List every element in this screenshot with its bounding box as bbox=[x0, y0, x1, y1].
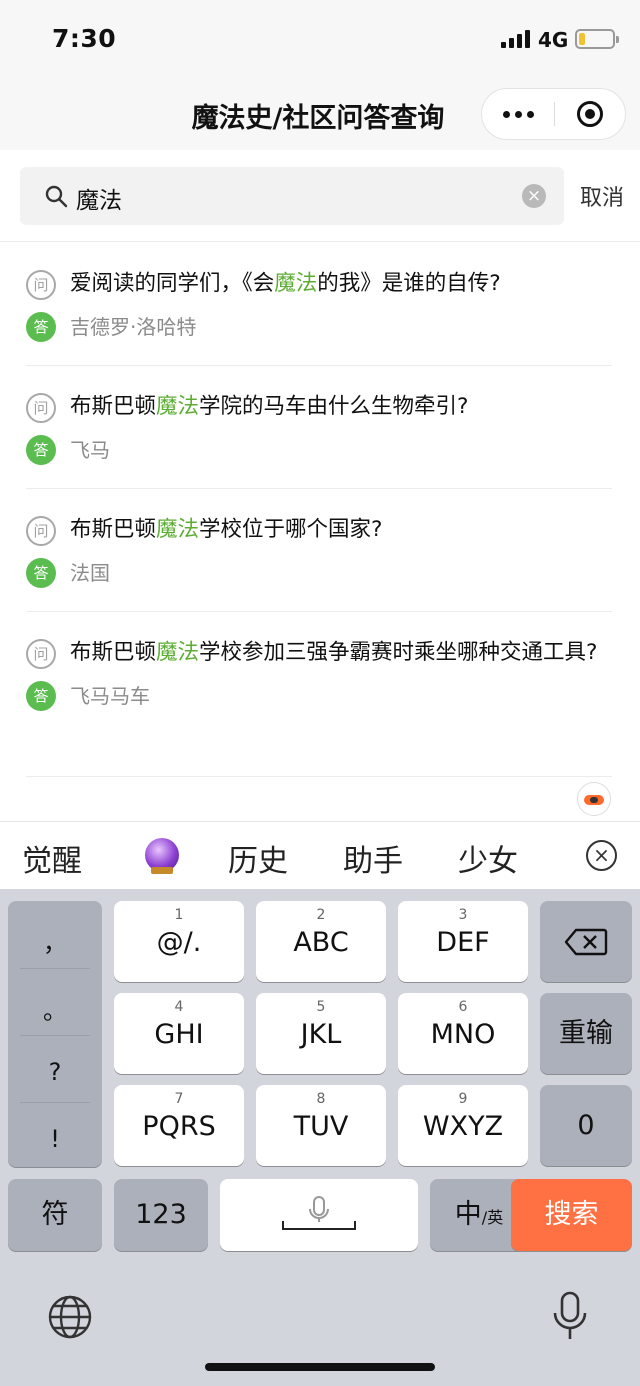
network-label: 4G bbox=[538, 28, 569, 52]
result-item[interactable]: 问 爱阅读的同学们，《会魔法的我》是谁的自传? 答 吉德罗·洛哈特 bbox=[26, 243, 612, 366]
bottom-strip bbox=[0, 777, 640, 821]
question-icon: 问 bbox=[26, 270, 56, 300]
space-bar[interactable] bbox=[220, 1179, 418, 1251]
backspace-button[interactable] bbox=[540, 901, 632, 982]
close-miniprogram-icon[interactable] bbox=[577, 101, 603, 127]
zero-key[interactable]: 0 bbox=[540, 1085, 632, 1166]
result-item[interactable]: 问 布斯巴顿魔法学校参加三强争霸赛时乘坐哪种交通工具? 答 飞马马车 bbox=[26, 612, 612, 777]
key-5[interactable]: 5 JKL bbox=[256, 993, 386, 1074]
answer-row: 答 法国 bbox=[26, 558, 612, 588]
signal-icon bbox=[501, 30, 531, 48]
numbers-key[interactable]: 123 bbox=[114, 1179, 208, 1251]
answer-row: 答 吉德罗·洛哈特 bbox=[26, 312, 612, 342]
answer-row: 答 飞马 bbox=[26, 435, 612, 465]
question-row: 问 布斯巴顿魔法学校位于哪个国家? bbox=[26, 509, 612, 551]
dictation-microphone-icon[interactable] bbox=[550, 1291, 590, 1343]
key-2[interactable]: 2 ABC bbox=[256, 901, 386, 982]
result-item[interactable]: 问 布斯巴顿魔法学校位于哪个国家? 答 法国 bbox=[26, 489, 612, 612]
keyboard: ， 。 ? ! 1 @/. 2 ABC 3 DEF 4 GHI 5 JKL 6 MNO 重输… bbox=[0, 889, 640, 1386]
key-3[interactable]: 3 DEF bbox=[398, 901, 528, 982]
microphone-icon bbox=[282, 1196, 356, 1230]
key-1[interactable]: 1 @/. bbox=[114, 901, 244, 982]
answer-row: 答 飞马马车 bbox=[26, 681, 612, 711]
keyword-highlight: 魔法 bbox=[156, 394, 200, 419]
punct-key[interactable]: 。 bbox=[8, 991, 102, 1026]
answer-icon: 答 bbox=[26, 558, 56, 588]
key-8[interactable]: 8 TUV bbox=[256, 1085, 386, 1166]
question-text: 布斯巴顿魔法学院的马车由什么生物牵引? bbox=[70, 394, 469, 419]
answer-icon: 答 bbox=[26, 435, 56, 465]
globe-icon[interactable] bbox=[46, 1293, 94, 1341]
reinput-button[interactable]: 重输 bbox=[540, 993, 632, 1074]
status-bar: 7:30 4G bbox=[0, 0, 640, 78]
battery-icon bbox=[575, 29, 619, 49]
answer-text: 飞马 bbox=[70, 438, 110, 462]
search-key[interactable]: 搜索 bbox=[511, 1179, 632, 1251]
question-row: 问 布斯巴顿魔法学校参加三强争霸赛时乘坐哪种交通工具? bbox=[26, 632, 612, 674]
punct-key[interactable]: ? bbox=[8, 1058, 102, 1086]
keyword-highlight: 魔法 bbox=[156, 517, 200, 542]
candidate-word[interactable]: 助手 bbox=[343, 836, 403, 880]
backspace-icon bbox=[564, 928, 608, 956]
answer-text: 法国 bbox=[70, 561, 110, 585]
candidate-word[interactable]: 觉醒 bbox=[22, 836, 82, 880]
question-icon: 问 bbox=[26, 516, 56, 546]
keyword-highlight: 魔法 bbox=[156, 640, 200, 665]
home-indicator bbox=[205, 1363, 435, 1371]
search-area: 魔法 × 取消 bbox=[0, 150, 640, 242]
punctuation-column[interactable]: ， 。 ? ! bbox=[8, 901, 102, 1167]
answer-text: 飞马马车 bbox=[70, 684, 150, 708]
key-6[interactable]: 6 MNO bbox=[398, 993, 528, 1074]
keyword-highlight: 魔法 bbox=[274, 271, 318, 296]
question-icon: 问 bbox=[26, 393, 56, 423]
key-9[interactable]: 9 WXYZ bbox=[398, 1085, 528, 1166]
question-text: 布斯巴顿魔法学校参加三强争霸赛时乘坐哪种交通工具? bbox=[70, 640, 598, 665]
result-item[interactable]: 问 布斯巴顿魔法学院的马车由什么生物牵引? 答 飞马 bbox=[26, 366, 612, 489]
search-query: 魔法 bbox=[76, 188, 122, 214]
capsule-divider bbox=[554, 102, 555, 126]
candidate-word[interactable]: 少女 bbox=[458, 836, 518, 880]
nav-bar: 魔法史/社区问答查询 bbox=[0, 78, 640, 150]
question-row: 问 布斯巴顿魔法学院的马车由什么生物牵引? bbox=[26, 386, 612, 428]
question-icon: 问 bbox=[26, 639, 56, 669]
more-icon[interactable] bbox=[482, 89, 554, 139]
candidate-bar: 觉醒 历史 助手 少女 × bbox=[0, 821, 640, 889]
symbols-key[interactable]: 符 bbox=[8, 1179, 102, 1251]
cancel-button[interactable]: 取消 bbox=[580, 180, 624, 212]
crystal-ball-icon[interactable] bbox=[145, 838, 179, 874]
answer-icon: 答 bbox=[26, 681, 56, 711]
question-text: 爱阅读的同学们，《会魔法的我》是谁的自传? bbox=[70, 271, 501, 296]
candidate-word[interactable]: 历史 bbox=[228, 836, 288, 880]
answer-icon: 答 bbox=[26, 312, 56, 342]
key-4[interactable]: 4 GHI bbox=[114, 993, 244, 1074]
results-list: 问 爱阅读的同学们，《会魔法的我》是谁的自传? 答 吉德罗·洛哈特 问 布斯巴顿… bbox=[0, 243, 640, 777]
key-7[interactable]: 7 PQRS bbox=[114, 1085, 244, 1166]
punct-key[interactable]: ! bbox=[8, 1125, 102, 1153]
status-time: 7:30 bbox=[52, 24, 117, 53]
question-row: 问 爱阅读的同学们，《会魔法的我》是谁的自传? bbox=[26, 263, 612, 305]
mini-program-capsule bbox=[481, 88, 626, 140]
close-candidates-icon[interactable]: × bbox=[586, 840, 617, 871]
clear-icon[interactable]: × bbox=[522, 184, 546, 208]
punct-key[interactable]: ， bbox=[8, 923, 102, 958]
question-text: 布斯巴顿魔法学校位于哪个国家? bbox=[70, 517, 383, 542]
search-input[interactable]: 魔法 × bbox=[20, 167, 564, 225]
answer-text: 吉德罗·洛哈特 bbox=[70, 315, 197, 339]
search-icon bbox=[45, 185, 68, 208]
assistant-mascot-icon[interactable] bbox=[577, 782, 611, 816]
